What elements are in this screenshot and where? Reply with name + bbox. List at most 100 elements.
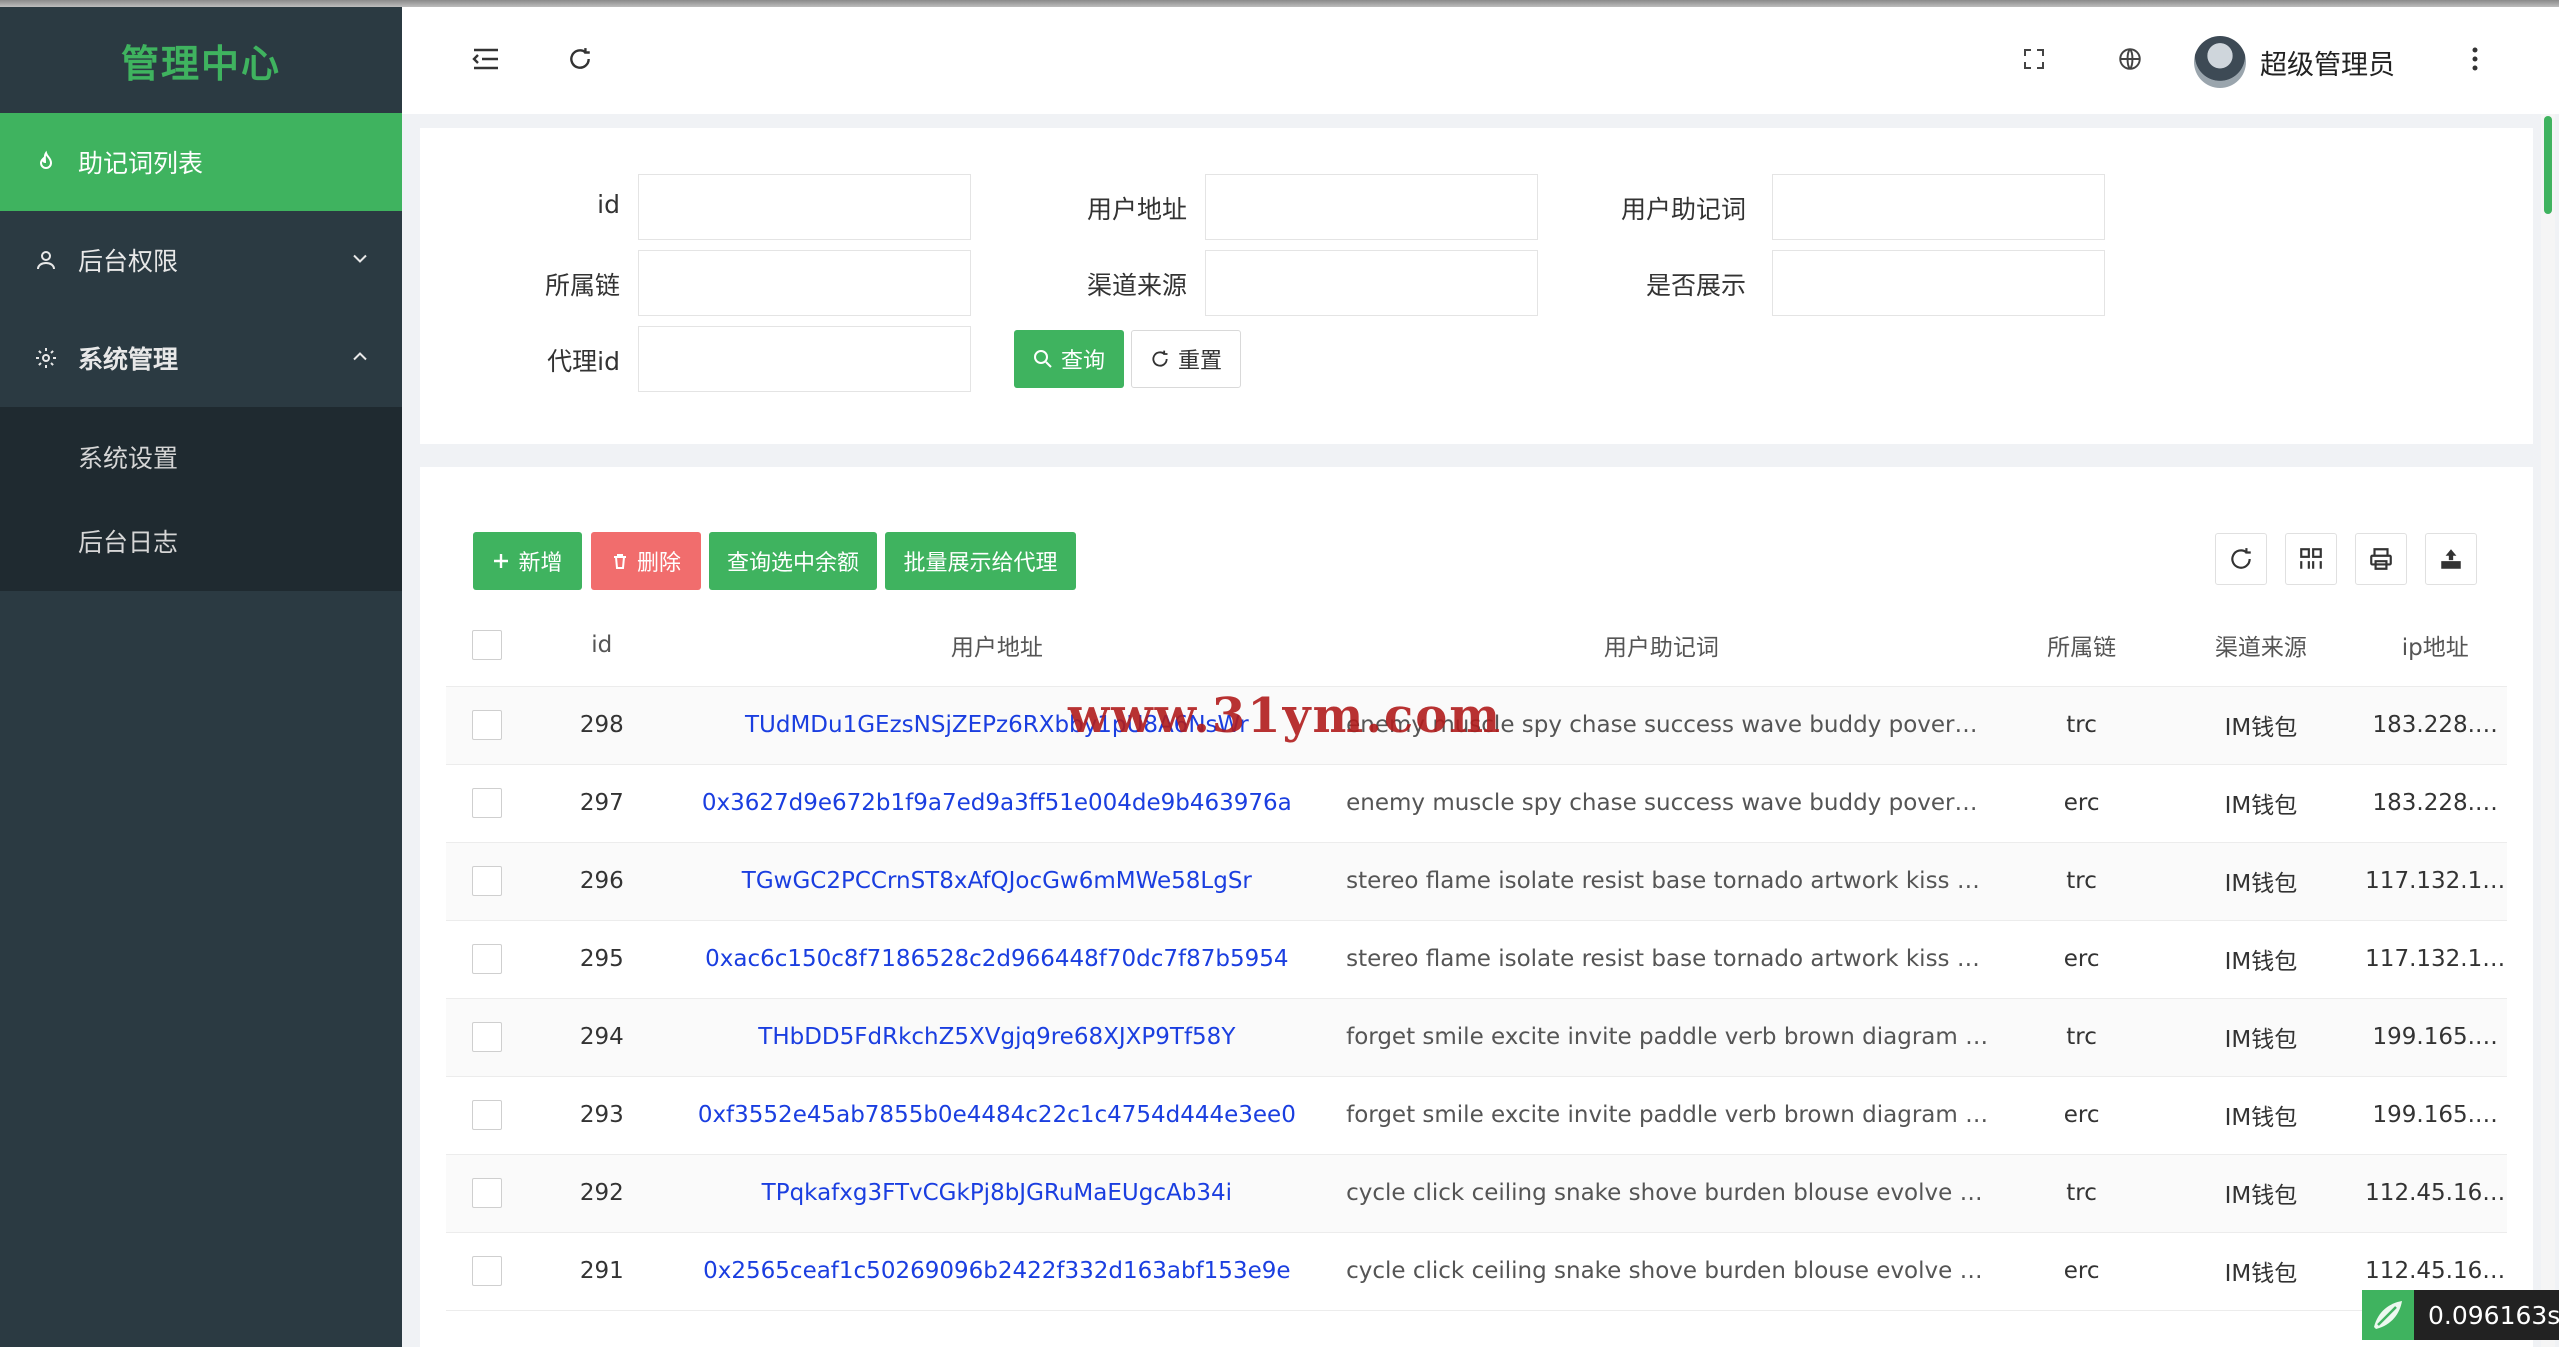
row-checkbox[interactable] xyxy=(471,866,502,896)
cell-ip-address: 183.228.… xyxy=(2363,764,2507,843)
sidebar-subitem-admin-log[interactable]: 后台日志 xyxy=(0,499,402,583)
cell-chain: erc xyxy=(2004,1232,2159,1311)
more-vertical-icon[interactable] xyxy=(2455,39,2495,79)
search-panel: id 用户地址 用户助记词 所属链 渠道来源 是否展示 代理id 查询 重置 xyxy=(420,128,2533,444)
print-icon[interactable] xyxy=(2355,533,2407,585)
sidebar-item-system-management[interactable]: 系统管理 xyxy=(0,309,402,407)
cell-user-address[interactable]: TGwGC2PCCrnST8xAfQJocGw6mMWe58LgSr xyxy=(675,842,1319,921)
row-checkbox[interactable] xyxy=(471,1178,502,1208)
cell-ip-address: 199.165.… xyxy=(2363,1076,2507,1155)
cell-user-address[interactable]: 0x3627d9e672b1f9a7ed9a3ff51e004de9b46397… xyxy=(675,764,1319,843)
sidebar-item-mnemonic-list[interactable]: 助记词列表 xyxy=(0,113,402,211)
column-header-ip-address[interactable]: ip地址 xyxy=(2363,604,2507,687)
query-button[interactable]: 查询 xyxy=(1014,330,1124,388)
sidebar-item-admin-permissions[interactable]: 后台权限 xyxy=(0,211,402,309)
cell-user-address[interactable]: 0xf3552e45ab7855b0e4484c22c1c4754d444e3e… xyxy=(675,1076,1319,1155)
page-scrollbar[interactable] xyxy=(2541,114,2555,1347)
cell-user-mnemonic: forget smile excite invite paddle verb b… xyxy=(1318,1076,2005,1155)
field-label-agent-id: 代理id xyxy=(547,347,620,376)
flame-icon xyxy=(34,150,58,174)
row-checkbox[interactable] xyxy=(471,1022,502,1052)
column-header-channel-source[interactable]: 渠道来源 xyxy=(2158,604,2364,687)
row-checkbox[interactable] xyxy=(471,788,502,818)
chain-input[interactable] xyxy=(638,250,971,316)
cell-id: 295 xyxy=(527,920,676,999)
user-name: 超级管理员 xyxy=(2260,49,2395,81)
debug-timing-badge[interactable]: 0.096163s xyxy=(2362,1290,2559,1340)
user-mnemonic-input[interactable] xyxy=(1772,174,2105,240)
cell-id: 296 xyxy=(527,842,676,921)
cell-user-address[interactable]: 0x2565ceaf1c50269096b2422f332d163abf153e… xyxy=(675,1232,1319,1311)
table-panel: 新增 删除 查询选中余额 批量展示给代理 id 用户地址 用户助记词 所属链 渠… xyxy=(420,467,2533,1347)
cell-ip-address: 117.132.1… xyxy=(2363,920,2507,999)
cell-user-address[interactable]: TPqkafxg3FTvCGkPj8bJGRuMaEUgcAb34i xyxy=(675,1154,1319,1233)
column-header-user-address[interactable]: 用户地址 xyxy=(675,604,1319,687)
table-row[interactable]: 292 TPqkafxg3FTvCGkPj8bJGRuMaEUgcAb34i c… xyxy=(446,1154,2507,1233)
menu-fold-icon[interactable] xyxy=(466,39,506,79)
fullscreen-icon[interactable] xyxy=(2014,39,2054,79)
cell-user-mnemonic: cycle click ceiling snake shove burden b… xyxy=(1318,1232,2005,1311)
id-input[interactable] xyxy=(638,174,971,240)
row-checkbox[interactable] xyxy=(471,710,502,740)
mnemonic-table: id 用户地址 用户助记词 所属链 渠道来源 ip地址 298 TUdMDu1G… xyxy=(446,604,2507,1311)
app-logo-title: 管理中心 xyxy=(120,41,281,86)
cell-user-address[interactable]: 0xac6c150c8f7186528c2d966448f70dc7f87b59… xyxy=(675,920,1319,999)
column-header-chain[interactable]: 所属链 xyxy=(2004,604,2159,687)
sidebar-item-label: 助记词列表 xyxy=(78,149,204,178)
sidebar-submenu-system: 系统设置 后台日志 xyxy=(0,407,402,591)
reset-button[interactable]: 重置 xyxy=(1131,330,1241,388)
user-address-input[interactable] xyxy=(1205,174,1538,240)
cell-user-mnemonic: enemy muscle spy chase success wave budd… xyxy=(1318,764,2005,843)
globe-icon[interactable] xyxy=(2110,39,2150,79)
cell-user-address[interactable]: THbDD5FdRkchZ5XVgjq9re68XJXP9Tf58Y xyxy=(675,998,1319,1077)
plus-icon xyxy=(492,552,510,570)
export-icon[interactable] xyxy=(2425,533,2477,585)
scrollbar-thumb[interactable] xyxy=(2544,116,2552,214)
user-menu[interactable]: 超级管理员 xyxy=(2194,35,2395,89)
cell-channel-source: IM钱包 xyxy=(2158,920,2364,999)
row-checkbox[interactable] xyxy=(471,1256,502,1286)
row-checkbox[interactable] xyxy=(471,1100,502,1130)
table-row[interactable]: 297 0x3627d9e672b1f9a7ed9a3ff51e004de9b4… xyxy=(446,764,2507,843)
add-button[interactable]: 新增 xyxy=(473,532,582,590)
table-row[interactable]: 295 0xac6c150c8f7186528c2d966448f70dc7f8… xyxy=(446,920,2507,999)
table-row[interactable]: 296 TGwGC2PCCrnST8xAfQJocGw6mMWe58LgSr s… xyxy=(446,842,2507,921)
refresh-icon[interactable] xyxy=(560,39,600,79)
table-row[interactable]: 298 TUdMDu1GEzsNSjZEPz6RXbby1pU8A6NsWr e… xyxy=(446,686,2507,765)
table-row[interactable]: 291 0x2565ceaf1c50269096b2422f332d163abf… xyxy=(446,1232,2507,1311)
columns-icon[interactable] xyxy=(2285,533,2337,585)
select-all-checkbox[interactable] xyxy=(471,629,502,660)
gear-icon xyxy=(34,346,58,370)
cell-id: 294 xyxy=(527,998,676,1077)
trash-icon xyxy=(611,552,629,570)
window-top-strip xyxy=(0,0,2559,7)
agent-id-input[interactable] xyxy=(638,326,971,392)
table-row[interactable]: 293 0xf3552e45ab7855b0e4484c22c1c4754d44… xyxy=(446,1076,2507,1155)
cell-id: 298 xyxy=(527,686,676,765)
delete-button[interactable]: 删除 xyxy=(591,532,701,590)
query-selected-balance-button[interactable]: 查询选中余额 xyxy=(709,532,877,590)
batch-show-to-agent-button[interactable]: 批量展示给代理 xyxy=(885,532,1076,590)
sidebar-item-label: 后台权限 xyxy=(78,247,179,276)
chevron-down-icon xyxy=(350,246,370,275)
cell-ip-address: 183.228.… xyxy=(2363,686,2507,765)
sidebar-subitem-system-settings[interactable]: 系统设置 xyxy=(0,415,402,499)
channel-source-input[interactable] xyxy=(1205,250,1538,316)
cell-channel-source: IM钱包 xyxy=(2158,686,2364,765)
column-header-id[interactable]: id xyxy=(527,604,676,687)
cell-id: 293 xyxy=(527,1076,676,1155)
cell-user-mnemonic: forget smile excite invite paddle verb b… xyxy=(1318,998,2005,1077)
cell-ip-address: 199.165.… xyxy=(2363,998,2507,1077)
top-header: 超级管理员 xyxy=(402,7,2559,114)
table-header-row: id 用户地址 用户助记词 所属链 渠道来源 ip地址 xyxy=(446,604,2507,687)
chevron-up-icon xyxy=(350,344,370,373)
cell-chain: erc xyxy=(2004,1076,2159,1155)
column-header-user-mnemonic[interactable]: 用户助记词 xyxy=(1318,604,2005,687)
table-row[interactable]: 294 THbDD5FdRkchZ5XVgjq9re68XJXP9Tf58Y f… xyxy=(446,998,2507,1077)
table-refresh-icon[interactable] xyxy=(2215,533,2267,585)
row-checkbox[interactable] xyxy=(471,944,502,974)
is-shown-input[interactable] xyxy=(1772,250,2105,316)
cell-user-address[interactable]: TUdMDu1GEzsNSjZEPz6RXbby1pU8A6NsWr xyxy=(675,686,1319,765)
cell-id: 292 xyxy=(527,1154,676,1233)
sidebar-item-label: 系统管理 xyxy=(78,345,179,374)
